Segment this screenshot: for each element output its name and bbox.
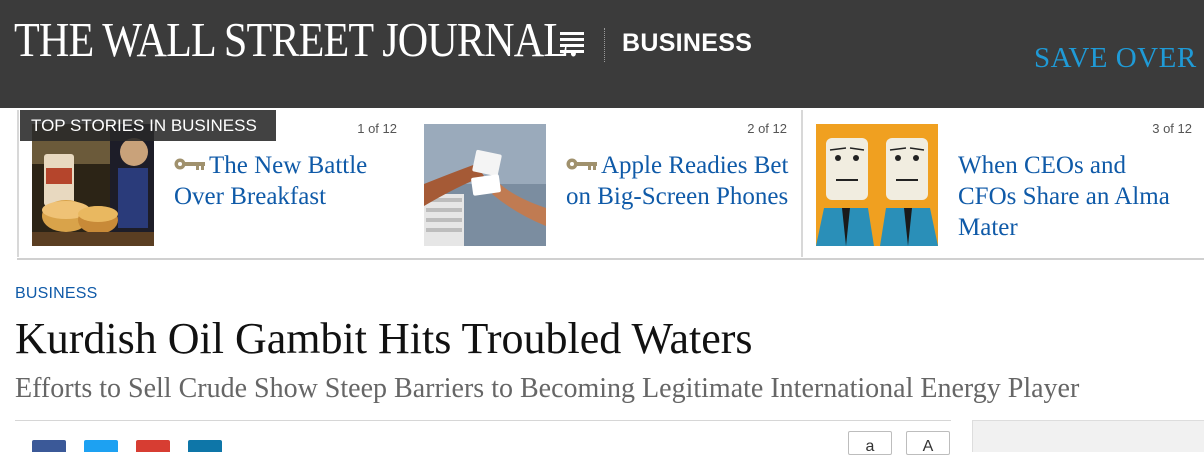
sidebar-module <box>972 420 1204 452</box>
section-title[interactable]: BUSINESS <box>622 26 752 60</box>
article-headline: Kurdish Oil Gambit Hits Troubled Waters <box>15 314 753 363</box>
text-size-larger-button[interactable]: A <box>906 431 950 455</box>
story-title-text[interactable]: Apple Readies Bet on Big-Screen Phones <box>566 152 788 210</box>
twitter-icon[interactable] <box>84 440 118 452</box>
story-title[interactable]: When CEOs and CFOs Share an Alma Mater <box>958 150 1184 243</box>
story-counter: 1 of 12 <box>357 121 397 136</box>
facebook-icon[interactable] <box>32 440 66 452</box>
article-dek: Efforts to Sell Crude Show Steep Barrier… <box>15 373 1080 404</box>
story-title-text[interactable]: When CEOs and CFOs Share an Alma Mater <box>958 152 1170 241</box>
subscription-promo[interactable]: SAVE OVER <box>1034 40 1197 76</box>
two-faces-illustration-thumbnail[interactable] <box>816 124 938 246</box>
text-size-smaller-button[interactable]: a <box>848 431 892 455</box>
linkedin-icon[interactable] <box>188 440 222 452</box>
share-tools <box>32 440 232 452</box>
top-story-card[interactable]: 2 of 12 Apple Readies Bet on Big-Screen … <box>411 110 803 257</box>
story-title[interactable]: The New Battle Over Breakfast <box>174 150 400 212</box>
header-divider <box>604 28 605 62</box>
top-stories-label: TOP STORIES IN BUSINESS <box>20 110 276 141</box>
subscriber-key-icon <box>174 158 205 170</box>
google-plus-icon[interactable] <box>136 440 170 452</box>
story-counter: 3 of 12 <box>1152 121 1192 136</box>
article-divider <box>15 420 951 421</box>
subscriber-key-icon <box>566 158 597 170</box>
site-header: THE WALL STREET JOURNAL. BUSINESS SAVE O… <box>0 0 1204 108</box>
story-title[interactable]: Apple Readies Bet on Big-Screen Phones <box>566 150 792 212</box>
top-story-card[interactable]: 3 of 12 When CEOs and CFOs Share an Alma… <box>803 110 1204 257</box>
wsj-logo[interactable]: THE WALL STREET JOURNAL. <box>14 10 579 70</box>
story-counter: 2 of 12 <box>747 121 787 136</box>
menu-icon[interactable] <box>560 32 584 54</box>
article-section-kicker[interactable]: BUSINESS <box>15 285 98 303</box>
breakfast-photo-thumbnail[interactable] <box>32 124 154 246</box>
phone-handoff-photo-thumbnail[interactable] <box>424 124 546 246</box>
